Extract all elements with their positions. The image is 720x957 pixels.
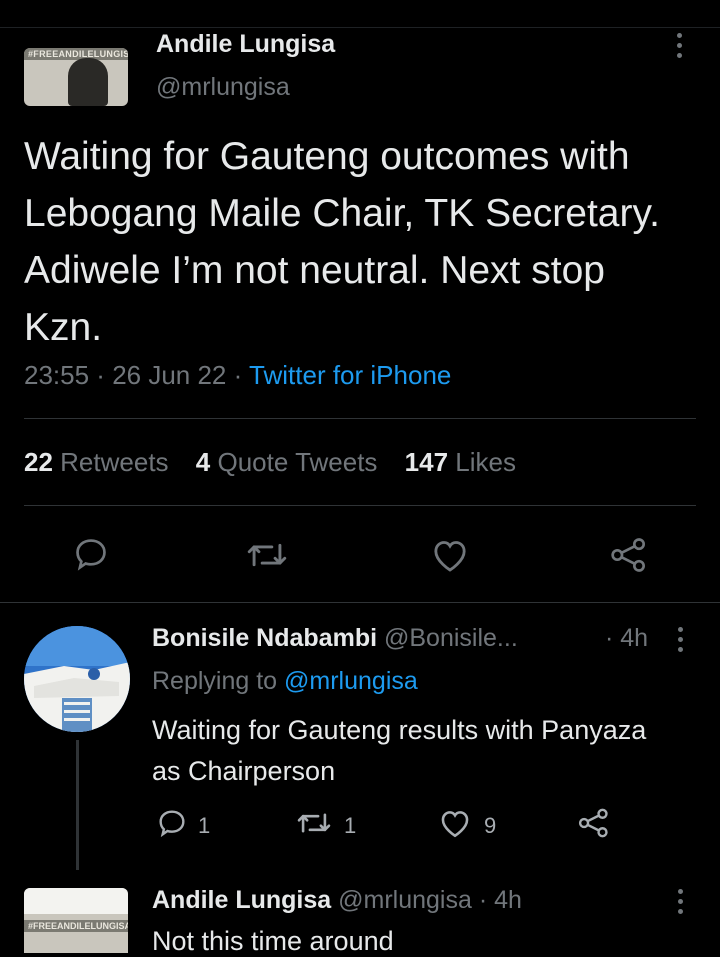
top-border bbox=[0, 27, 720, 28]
tweet-stats: 22 Retweets 4 Quote Tweets 147 Likes bbox=[24, 447, 516, 478]
retweets-stat[interactable]: 22 Retweets bbox=[24, 447, 169, 477]
reply-author-handle[interactable]: @Bonisile... bbox=[384, 624, 518, 652]
reply-share-icon[interactable] bbox=[577, 807, 611, 844]
meta-separator: · bbox=[89, 360, 113, 390]
avatar-portrait bbox=[68, 58, 108, 106]
divider bbox=[0, 602, 720, 603]
next-reply-author[interactable]: Andile Lungisa @mrlungisa · 4h bbox=[152, 886, 522, 915]
quote-tweets-stat[interactable]: 4 Quote Tweets bbox=[196, 447, 378, 477]
reply-like-action[interactable]: 9 bbox=[438, 807, 496, 845]
like-count: 9 bbox=[484, 813, 497, 838]
retweet-icon[interactable] bbox=[296, 808, 332, 844]
reply-text: Waiting for Gauteng results with Panyaza… bbox=[152, 715, 647, 786]
next-reply-time: · 4h bbox=[478, 886, 522, 914]
reply-more-options-icon[interactable] bbox=[678, 627, 684, 657]
replying-prefix: Replying to bbox=[152, 667, 278, 695]
retweet-count: 1 bbox=[344, 813, 357, 838]
retweet-icon[interactable] bbox=[246, 537, 288, 573]
divider bbox=[24, 418, 696, 419]
tweet-date: 26 Jun 22 bbox=[112, 360, 227, 390]
meta-separator: · bbox=[226, 360, 250, 390]
tweet-meta: 23:55 · 26 Jun 22 · Twitter for iPhone bbox=[24, 360, 451, 391]
like-icon[interactable] bbox=[430, 536, 470, 574]
reply-author-name[interactable]: Bonisile Ndabambi bbox=[152, 624, 377, 652]
tweet-source-link[interactable]: Twitter for iPhone bbox=[249, 360, 451, 390]
avatar-header bbox=[24, 888, 128, 914]
author-avatar[interactable]: #FREEANDILELUNGISA bbox=[24, 48, 128, 106]
author-handle[interactable]: @mrlungisa bbox=[156, 73, 290, 102]
next-reply-author-name[interactable]: Andile Lungisa bbox=[152, 886, 331, 914]
author-name[interactable]: Andile Lungisa bbox=[156, 30, 335, 59]
replying-handle-link[interactable]: @mrlungisa bbox=[284, 667, 418, 695]
avatar-banner-text: #FREEANDILELUNGISA bbox=[24, 920, 128, 932]
reply-count: 1 bbox=[198, 813, 211, 838]
divider bbox=[24, 505, 696, 506]
next-reply-author-handle[interactable]: @mrlungisa bbox=[338, 886, 472, 914]
next-reply-more-options-icon[interactable] bbox=[678, 889, 684, 919]
reply-reply-action[interactable]: 1 bbox=[156, 807, 210, 845]
tweet-time: 23:55 bbox=[24, 360, 90, 390]
reply-time: · 4h bbox=[605, 624, 649, 652]
avatar-banner-text: #FREEANDILELUNGISA bbox=[24, 48, 128, 60]
likes-stat[interactable]: 147 Likes bbox=[405, 447, 516, 477]
share-icon[interactable] bbox=[609, 536, 649, 574]
thread-line bbox=[76, 740, 79, 870]
more-options-icon[interactable] bbox=[677, 33, 683, 63]
like-icon[interactable] bbox=[438, 807, 472, 845]
next-reply-author-avatar[interactable]: #FREEANDILELUNGISA bbox=[24, 888, 128, 953]
reply-author-avatar[interactable] bbox=[24, 626, 130, 732]
reply-author[interactable]: Bonisile Ndabambi @Bonisile... bbox=[152, 624, 518, 653]
next-reply-text: Not this time around bbox=[152, 926, 394, 956]
reply-retweet-action[interactable]: 1 bbox=[296, 808, 356, 844]
reply-icon[interactable] bbox=[72, 535, 110, 573]
replying-to: Replying to @mrlungisa bbox=[152, 667, 418, 696]
tweet-text: Waiting for Gauteng outcomes with Leboga… bbox=[24, 135, 660, 349]
reply-icon[interactable] bbox=[156, 807, 188, 845]
avatar-photo bbox=[24, 626, 130, 732]
